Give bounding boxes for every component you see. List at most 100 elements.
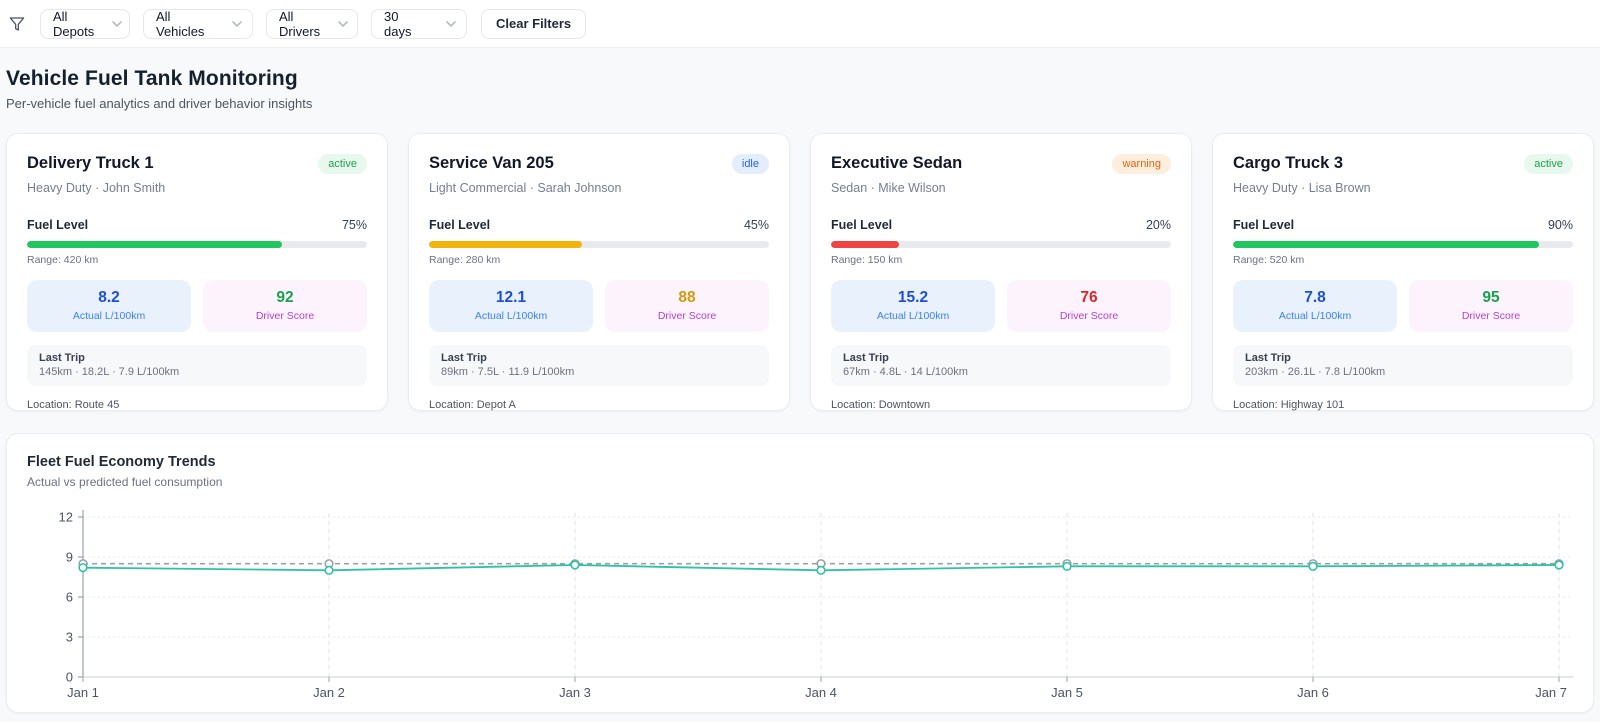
actual-value: 15.2 (897, 289, 929, 307)
line-chart: 0 3 6 9 12 Jan 1 Jan 2 Jan 3 Jan 4 Jan 5 Jan 6 Jan … (27, 505, 1573, 722)
last-trip-data: 203km · 26.1L · 7.8 L/100km (1245, 366, 1386, 379)
svg-text:Jan 7: Jan 7 (1535, 685, 1567, 700)
fuel-bar-track (1233, 241, 1573, 249)
score-value: 95 (1482, 289, 1500, 307)
actual-value: 12.1 (495, 289, 527, 307)
drivers-dropdown[interactable]: All Drivers (266, 8, 358, 39)
vehicle-cards-row: Delivery Truck 1 active Heavy Duty · Joh… (6, 133, 1594, 411)
fuel-level-label: Fuel Level (1233, 218, 1295, 233)
actual-consumption-stat: 15.2 Actual L/100km (831, 280, 995, 333)
score-label: Driver Score (1461, 310, 1521, 323)
location-text: Location: Route 45 (27, 399, 120, 412)
vehicle-name: Executive Sedan (831, 154, 963, 172)
driver-score-stat: 92 Driver Score (203, 280, 367, 333)
chevron-down-icon (338, 20, 348, 27)
svg-text:9: 9 (66, 550, 73, 565)
fuel-bar-fill (1233, 241, 1539, 249)
chevron-down-icon (112, 20, 122, 27)
depots-dropdown-value: All Depots (53, 8, 95, 39)
period-dropdown-value: 30 days (384, 8, 412, 39)
svg-text:Jan 4: Jan 4 (805, 685, 837, 700)
vehicle-name: Cargo Truck 3 (1233, 154, 1344, 172)
score-value: 76 (1080, 289, 1098, 307)
fuel-bar-fill (27, 241, 282, 249)
location-text: Location: Depot A (429, 399, 516, 412)
vehicle-card-delivery-truck-1: Delivery Truck 1 active Heavy Duty · Joh… (6, 133, 388, 411)
actual-consumption-stat: 12.1 Actual L/100km (429, 280, 593, 333)
chevron-down-icon (232, 20, 242, 27)
vehicle-card-executive-sedan: Executive Sedan warning Sedan · Mike Wil… (810, 133, 1192, 411)
last-trip-data: 67km · 4.8L · 14 L/100km (843, 366, 968, 379)
vehicle-card-cargo-truck-3: Cargo Truck 3 active Heavy Duty · Lisa B… (1212, 133, 1594, 411)
last-trip-label: Last Trip (843, 352, 889, 365)
actual-value: 8.2 (98, 289, 120, 307)
depots-dropdown[interactable]: All Depots (40, 8, 130, 39)
actual-consumption-stat: 7.8 Actual L/100km (1233, 280, 1397, 333)
last-trip-label: Last Trip (39, 352, 85, 365)
status-badge: active (318, 154, 367, 175)
location-text: Location: Downtown (831, 399, 931, 412)
vehicles-dropdown[interactable]: All Vehicles (143, 8, 253, 39)
vehicles-dropdown-value: All Vehicles (156, 8, 205, 39)
actual-consumption-stat: 8.2 Actual L/100km (27, 280, 191, 333)
status-badge: idle (731, 154, 769, 175)
score-value: 92 (276, 289, 294, 307)
period-dropdown[interactable]: 30 days (371, 8, 467, 39)
fuel-level-label: Fuel Level (27, 218, 89, 233)
clear-filters-button[interactable]: Clear Filters (481, 8, 587, 39)
score-label: Driver Score (657, 310, 717, 323)
fuel-bar-track (831, 241, 1171, 249)
vehicle-name: Delivery Truck 1 (27, 154, 154, 172)
driver-score-stat: 88 Driver Score (605, 280, 769, 333)
fuel-percent: 20% (1145, 218, 1171, 233)
filter-bar: All Depots All Vehicles All Drivers 30 d… (0, 0, 1600, 48)
svg-text:0: 0 (66, 670, 73, 685)
chart-title: Fleet Fuel Economy Trends (27, 454, 216, 470)
vehicle-subtitle: Heavy Duty · John Smith (27, 181, 166, 196)
page-body: Vehicle Fuel Tank Monitoring Per-vehicle… (0, 67, 1600, 713)
fuel-level-label: Fuel Level (831, 218, 893, 233)
score-value: 88 (678, 289, 696, 307)
fuel-trend-svg: 0 3 6 9 12 Jan 1 Jan 2 Jan 3 Jan 4 Jan 5 Jan 6 Jan … (59, 510, 1573, 700)
last-trip-label: Last Trip (1245, 352, 1291, 365)
last-trip-data: 89km · 7.5L · 11.9 L/100km (441, 366, 575, 379)
vehicle-card-service-van-205: Service Van 205 idle Light Commercial · … (408, 133, 790, 411)
driver-score-stat: 95 Driver Score (1409, 280, 1573, 333)
score-label: Driver Score (1059, 310, 1119, 323)
range-text: Range: 520 km (1233, 254, 1305, 267)
fuel-bar-fill (831, 241, 899, 249)
score-label: Driver Score (255, 310, 315, 323)
svg-text:Jan 3: Jan 3 (559, 685, 591, 700)
actual-label: Actual L/100km (72, 310, 146, 323)
svg-text:Jan 1: Jan 1 (67, 685, 99, 700)
range-text: Range: 420 km (27, 254, 99, 267)
page-title: Vehicle Fuel Tank Monitoring (6, 67, 298, 90)
fuel-percent: 45% (743, 218, 769, 233)
fuel-economy-trends-card: Fleet Fuel Economy Trends Actual vs pred… (6, 433, 1594, 713)
actual-value: 7.8 (1304, 289, 1326, 307)
svg-text:12: 12 (59, 510, 73, 525)
fuel-percent: 90% (1547, 218, 1573, 233)
fuel-bar-track (27, 241, 367, 249)
svg-text:Jan 2: Jan 2 (313, 685, 345, 700)
last-trip-box: Last Trip 67km · 4.8L · 14 L/100km (831, 345, 1171, 387)
fuel-bar-fill (429, 241, 582, 249)
drivers-dropdown-value: All Drivers (279, 8, 321, 39)
actual-label: Actual L/100km (474, 310, 548, 323)
vehicle-subtitle: Heavy Duty · Lisa Brown (1233, 181, 1371, 196)
vehicle-subtitle: Sedan · Mike Wilson (831, 181, 946, 196)
filter-funnel-icon (9, 16, 25, 32)
vehicle-name: Service Van 205 (429, 154, 554, 172)
range-text: Range: 150 km (831, 254, 903, 267)
chevron-down-icon (446, 20, 456, 27)
last-trip-box: Last Trip 89km · 7.5L · 11.9 L/100km (429, 345, 769, 387)
fuel-bar-track (429, 241, 769, 249)
status-badge: warning (1112, 154, 1171, 175)
status-badge: active (1524, 154, 1573, 175)
svg-text:6: 6 (66, 590, 73, 605)
vehicle-subtitle: Light Commercial · Sarah Johnson (429, 181, 622, 196)
svg-text:3: 3 (66, 630, 73, 645)
actual-label: Actual L/100km (1278, 310, 1352, 323)
page-subtitle: Per-vehicle fuel analytics and driver be… (6, 96, 313, 111)
svg-text:Jan 5: Jan 5 (1051, 685, 1083, 700)
